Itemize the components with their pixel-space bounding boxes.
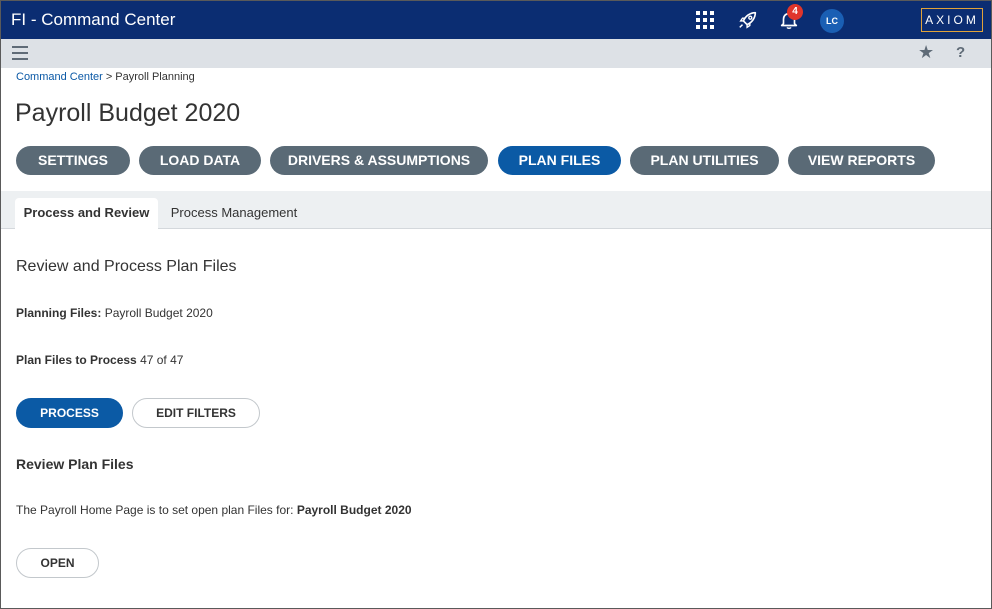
plan-files-to-process-label: Plan Files to Process [16, 353, 137, 367]
plan-utilities-button[interactable]: PLAN UTILITIES [630, 146, 779, 175]
app-window: FI - Command Center 4 LC AXIOM ★ ? Comma… [0, 0, 992, 609]
review-description: The Payroll Home Page is to set open pla… [16, 503, 412, 517]
plan-files-to-process-line: Plan Files to Process 47 of 47 [16, 353, 183, 367]
secondary-toolbar: ★ ? [1, 39, 991, 68]
settings-button[interactable]: SETTINGS [16, 146, 130, 175]
app-title: FI - Command Center [11, 10, 176, 29]
process-button[interactable]: PROCESS [16, 398, 123, 428]
edit-filters-button[interactable]: EDIT FILTERS [132, 398, 260, 428]
breadcrumb-root-link[interactable]: Command Center [16, 71, 103, 83]
planning-files-value: Payroll Budget 2020 [104, 306, 213, 320]
review-description-value: Payroll Budget 2020 [296, 503, 412, 517]
tab-strip: Process and Review Process Management [1, 191, 991, 230]
notification-badge: 4 [787, 4, 803, 20]
review-plan-files-heading: Review Plan Files [16, 456, 134, 472]
view-reports-button[interactable]: VIEW REPORTS [788, 146, 935, 175]
star-icon[interactable]: ★ [918, 42, 934, 63]
grid-icon[interactable] [696, 11, 714, 29]
breadcrumb-separator: > [105, 71, 113, 83]
hamburger-icon[interactable] [12, 46, 28, 60]
breadcrumb-current: Payroll Planning [115, 71, 195, 83]
plan-files-button[interactable]: PLAN FILES [498, 146, 621, 175]
help-icon[interactable]: ? [956, 44, 965, 61]
open-button[interactable]: OPEN [16, 548, 99, 578]
section-title: Review and Process Plan Files [16, 258, 237, 275]
plan-files-to-process-value: 47 of 47 [140, 353, 184, 367]
avatar[interactable]: LC [820, 9, 844, 33]
planning-files-line: Planning Files: Payroll Budget 2020 [16, 306, 213, 320]
tab-process-management[interactable]: Process Management [161, 198, 307, 230]
review-description-text: The Payroll Home Page is to set open pla… [16, 503, 294, 517]
planning-files-label: Planning Files: [16, 306, 102, 320]
drivers-assumptions-button[interactable]: DRIVERS & ASSUMPTIONS [270, 146, 488, 175]
rocket-icon[interactable] [737, 9, 759, 31]
breadcrumb: Command Center > Payroll Planning [16, 71, 195, 83]
load-data-button[interactable]: LOAD DATA [139, 146, 261, 175]
page-title: Payroll Budget 2020 [15, 99, 241, 127]
top-bar: FI - Command Center 4 LC AXIOM [1, 1, 991, 39]
axiom-logo: AXIOM [921, 8, 983, 32]
tab-process-and-review[interactable]: Process and Review [15, 198, 158, 230]
